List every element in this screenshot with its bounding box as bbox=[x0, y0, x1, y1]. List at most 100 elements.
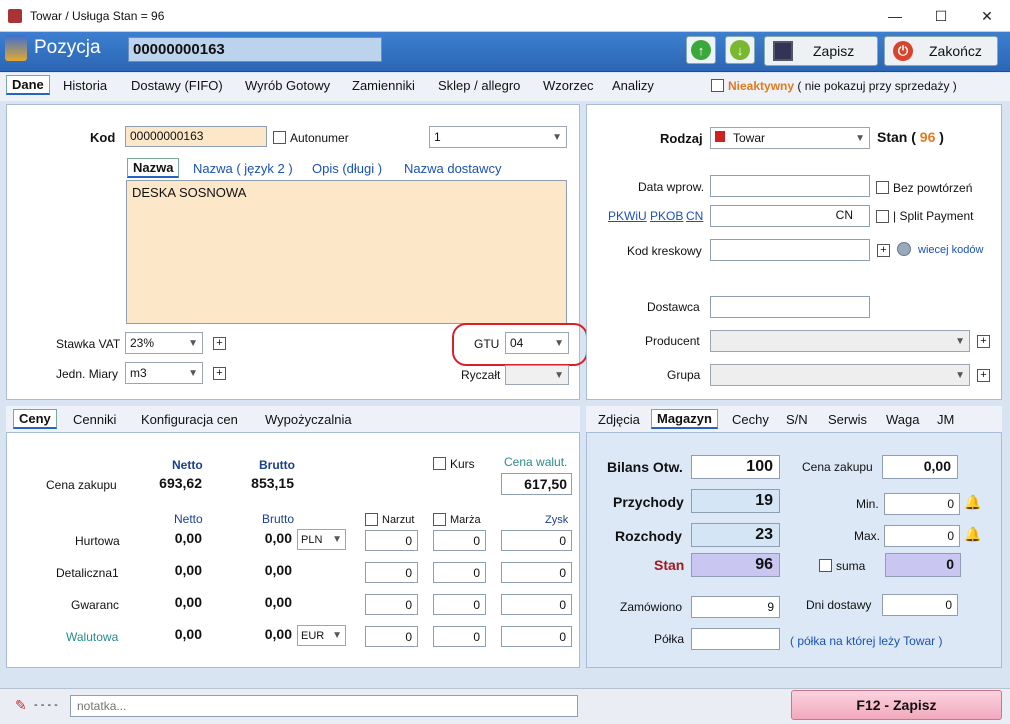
walutowa-narzut[interactable]: 0 bbox=[365, 626, 418, 647]
close-button[interactable]: ✕ bbox=[964, 0, 1010, 32]
hurtowa-zysk[interactable]: 0 bbox=[501, 530, 572, 551]
detaliczna-zysk[interactable]: 0 bbox=[501, 562, 572, 583]
add-producent-button[interactable]: + bbox=[977, 335, 990, 348]
walutowa-currency[interactable]: EUR ▼ bbox=[297, 625, 346, 646]
tab-zdjecia[interactable]: Zdjęcia bbox=[598, 412, 640, 427]
suma-checkbox[interactable] bbox=[819, 559, 832, 572]
gwaranc-netto[interactable]: 0,00 bbox=[130, 594, 202, 610]
hurtowa-narzut[interactable]: 0 bbox=[365, 530, 418, 551]
detaliczna-brutto[interactable]: 0,00 bbox=[222, 562, 292, 578]
hurtowa-brutto[interactable]: 0,00 bbox=[222, 530, 292, 546]
name-tab-opis[interactable]: Opis (długi ) bbox=[312, 161, 382, 176]
tab-wyrob-gotowy[interactable]: Wyrób Gotowy bbox=[245, 78, 330, 93]
cn-input[interactable]: CN bbox=[710, 205, 870, 227]
ryczalt-select[interactable]: ▼ bbox=[505, 365, 569, 385]
bilans-input[interactable]: 100 bbox=[691, 455, 780, 479]
prev-item-button[interactable]: ↑ bbox=[686, 36, 716, 64]
max-input[interactable]: 0 bbox=[884, 525, 960, 547]
save-button[interactable]: Zapisz bbox=[764, 36, 878, 66]
add-barcode-button[interactable]: + bbox=[877, 244, 890, 257]
tab-wzorzec[interactable]: Wzorzec bbox=[543, 78, 594, 93]
row-label-detaliczna: Detaliczna1 bbox=[56, 566, 119, 580]
hurtowa-currency[interactable]: PLN ▼ bbox=[297, 529, 346, 550]
tab-dane[interactable]: Dane bbox=[6, 75, 50, 95]
add-unit-button[interactable]: + bbox=[213, 367, 226, 380]
walutowa-netto[interactable]: 0,00 bbox=[130, 626, 202, 642]
kurs-checkbox[interactable] bbox=[433, 457, 446, 470]
cn-link[interactable]: CN bbox=[686, 209, 703, 223]
ryczalt-label: Ryczałt bbox=[461, 368, 501, 382]
name-textarea[interactable]: DESKA SOSNOWA bbox=[126, 180, 567, 324]
autonumer-checkbox[interactable] bbox=[273, 131, 286, 144]
more-codes-link[interactable]: wiecej kodów bbox=[918, 244, 983, 256]
tab-sn[interactable]: S/N bbox=[786, 412, 808, 427]
marza-checkbox[interactable] bbox=[433, 513, 446, 526]
dni-dostawy-input[interactable]: 0 bbox=[882, 594, 958, 616]
maximize-button[interactable]: ☐ bbox=[918, 0, 964, 32]
tab-wypozyczalnia[interactable]: Wypożyczalnia bbox=[265, 412, 352, 427]
tab-konfiguracja-cen[interactable]: Konfiguracja cen bbox=[141, 412, 238, 427]
tab-sklep[interactable]: Sklep / allegro bbox=[438, 78, 520, 93]
gtu-select[interactable]: 04 ▼ bbox=[505, 332, 569, 354]
inactive-checkbox[interactable] bbox=[711, 79, 724, 92]
kod-kreskowy-input[interactable] bbox=[710, 239, 870, 261]
gwaranc-narzut[interactable]: 0 bbox=[365, 594, 418, 615]
add-vat-button[interactable]: + bbox=[213, 337, 226, 350]
zamowiono-input[interactable]: 9 bbox=[691, 596, 780, 618]
walutowa-marza[interactable]: 0 bbox=[433, 626, 486, 647]
tab-zamienniki[interactable]: Zamienniki bbox=[352, 78, 415, 93]
add-grupa-button[interactable]: + bbox=[977, 369, 990, 382]
mag-cena-zakupu-label: Cena zakupu bbox=[802, 460, 873, 474]
tab-waga[interactable]: Waga bbox=[886, 412, 919, 427]
tab-jm[interactable]: JM bbox=[937, 412, 954, 427]
narzut-checkbox[interactable] bbox=[365, 513, 378, 526]
walutowa-brutto[interactable]: 0,00 bbox=[222, 626, 292, 642]
detaliczna-marza[interactable]: 0 bbox=[433, 562, 486, 583]
tab-cenniki[interactable]: Cenniki bbox=[73, 412, 116, 427]
next-item-button[interactable]: ↓ bbox=[725, 36, 755, 64]
bez-powtorzen-checkbox[interactable] bbox=[876, 181, 889, 194]
split-payment-checkbox[interactable] bbox=[876, 210, 889, 223]
mag-cena-zakupu-value[interactable]: 0,00 bbox=[882, 455, 958, 479]
hurtowa-marza[interactable]: 0 bbox=[433, 530, 486, 551]
tab-cechy[interactable]: Cechy bbox=[732, 412, 769, 427]
tab-serwis[interactable]: Serwis bbox=[828, 412, 867, 427]
stan-value: 96 bbox=[691, 553, 780, 577]
number-select[interactable]: 1 ▼ bbox=[429, 126, 567, 148]
pkwiu-link[interactable]: PKWiU bbox=[608, 209, 647, 223]
kod-input[interactable]: 00000000163 bbox=[125, 126, 267, 147]
detaliczna-netto[interactable]: 0,00 bbox=[130, 562, 202, 578]
pkob-link[interactable]: PKOB bbox=[650, 209, 683, 223]
grupa-select[interactable]: ▼ bbox=[710, 364, 970, 386]
hurtowa-netto[interactable]: 0,00 bbox=[130, 530, 202, 546]
gwaranc-brutto[interactable]: 0,00 bbox=[222, 594, 292, 610]
chevron-down-icon: ▼ bbox=[552, 131, 562, 143]
min-input[interactable]: 0 bbox=[884, 493, 960, 515]
bez-powtorzen-label: Bez powtórzeń bbox=[893, 181, 973, 195]
vat-select[interactable]: 23% ▼ bbox=[125, 332, 203, 354]
name-tab-nazwa[interactable]: Nazwa bbox=[127, 158, 180, 178]
tab-ceny[interactable]: Ceny bbox=[13, 409, 57, 429]
note-input[interactable] bbox=[70, 695, 578, 717]
minimize-button[interactable]: — bbox=[872, 0, 918, 32]
rodzaj-select[interactable]: Towar ▼ bbox=[710, 127, 870, 149]
tab-historia[interactable]: Historia bbox=[63, 78, 107, 93]
data-wprow-input[interactable] bbox=[710, 175, 870, 197]
name-tab-dostawca[interactable]: Nazwa dostawcy bbox=[404, 161, 502, 176]
gwaranc-marza[interactable]: 0 bbox=[433, 594, 486, 615]
rodzaj-label: Rodzaj bbox=[660, 131, 703, 146]
name-tab-lang2[interactable]: Nazwa ( język 2 ) bbox=[193, 161, 293, 176]
f12-save-button[interactable]: F12 - Zapisz bbox=[791, 690, 1002, 720]
unit-select[interactable]: m3 ▼ bbox=[125, 362, 203, 384]
tab-magazyn[interactable]: Magazyn bbox=[651, 409, 718, 429]
producent-select[interactable]: ▼ bbox=[710, 330, 970, 352]
dostawca-input[interactable] bbox=[710, 296, 870, 318]
detaliczna-narzut[interactable]: 0 bbox=[365, 562, 418, 583]
gwaranc-zysk[interactable]: 0 bbox=[501, 594, 572, 615]
cena-walut-input[interactable]: 617,50 bbox=[501, 473, 572, 495]
tab-analizy[interactable]: Analizy bbox=[612, 78, 654, 93]
finish-button[interactable]: ⏻ Zakończ bbox=[884, 36, 998, 66]
tab-dostawy[interactable]: Dostawy (FIFO) bbox=[131, 78, 223, 93]
walutowa-zysk[interactable]: 0 bbox=[501, 626, 572, 647]
polka-input[interactable] bbox=[691, 628, 780, 650]
